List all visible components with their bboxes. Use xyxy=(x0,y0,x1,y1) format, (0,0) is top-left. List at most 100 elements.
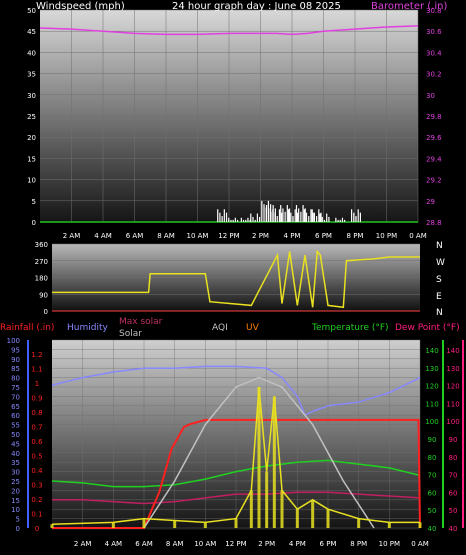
humidity-y-tick: 70 xyxy=(11,393,20,401)
direction-y-tick: 180 xyxy=(35,275,48,283)
solar-spike xyxy=(272,396,276,528)
wind-gust-bar xyxy=(228,217,230,222)
wind-gust-bar xyxy=(353,212,355,222)
dew-y-tick: 140 xyxy=(446,347,459,355)
wind-x-tick: 10 PM xyxy=(376,232,397,240)
humidity-y-tick: 50 xyxy=(11,431,20,439)
wind-y-tick: 35 xyxy=(27,71,36,79)
wind-gust-bar xyxy=(278,209,281,222)
multi-x-tick: 10 AM xyxy=(194,540,216,548)
wind-gust-bar xyxy=(280,205,282,222)
temp-y-tick: 50 xyxy=(428,507,437,515)
dew-y-tick: 70 xyxy=(449,472,458,480)
barometer-y-tick: 28.8 xyxy=(426,219,442,227)
rain-y-tick: 0.6 xyxy=(31,438,43,446)
solar-spike xyxy=(111,522,115,528)
dew-y-tick: 50 xyxy=(449,507,458,515)
compass-w: W xyxy=(436,258,445,268)
humidity-y-tick: 95 xyxy=(11,346,20,354)
wind-gust-bar xyxy=(300,211,302,222)
wind-x-tick: 2 AM xyxy=(63,232,81,240)
wind-gust-bar xyxy=(298,208,300,222)
dew-y-tick: 100 xyxy=(446,418,459,426)
wind-gust-bar xyxy=(337,219,339,222)
multi-x-tick: 10 PM xyxy=(379,540,400,548)
wind-x-tick: 4 PM xyxy=(284,232,301,240)
barometer-y-tick: 30.6 xyxy=(426,28,442,36)
humidity-y-tick: 55 xyxy=(11,422,20,430)
rain-y-tick: 0.4 xyxy=(31,467,43,475)
solar-spike xyxy=(234,518,238,528)
rain-y-tick: 0.3 xyxy=(31,482,42,490)
solar-spike xyxy=(265,471,269,528)
humidity-y-tick: 65 xyxy=(11,403,20,411)
wind-y-tick: 0 xyxy=(32,219,36,227)
wind-x-tick: 8 PM xyxy=(347,232,364,240)
rainfall-label: Rainfall (.in) xyxy=(0,323,54,333)
wind-gust-bar xyxy=(254,219,256,222)
solar-spike xyxy=(387,522,391,528)
humidity-y-tick: 45 xyxy=(11,440,20,448)
direction-y-tick: 360 xyxy=(35,241,48,249)
wind-gust-bar xyxy=(305,212,308,222)
multi-x-tick: 4 PM xyxy=(289,540,306,548)
solar-spike xyxy=(257,387,261,528)
wind-gust-bar xyxy=(217,209,219,222)
dew-y-tick: 110 xyxy=(446,400,459,408)
humidity-y-tick: 75 xyxy=(11,384,20,392)
barometer-y-tick: 30.4 xyxy=(426,49,442,57)
wind-gust-bar xyxy=(344,219,346,222)
wind-gust-bar xyxy=(355,216,357,222)
wind-gust-bar xyxy=(270,211,272,222)
humidity-y-tick: 40 xyxy=(11,450,20,458)
barometer-y-tick: 30.2 xyxy=(426,71,442,79)
dewpoint-label: Dew Point (°F) xyxy=(395,323,460,333)
wind-gust-bar xyxy=(265,205,268,222)
wind-gust-bar xyxy=(310,209,312,222)
temp-y-tick: 80 xyxy=(428,454,437,462)
solar-spike xyxy=(357,518,361,528)
wind-gust-bar xyxy=(234,217,236,222)
direction-y-tick: 90 xyxy=(39,291,48,299)
wind-x-tick: 8 AM xyxy=(157,232,175,240)
compass-e: E xyxy=(436,292,442,302)
wind-y-tick: 15 xyxy=(27,155,36,163)
wind-gust-bar xyxy=(261,200,263,222)
humidity-y-tick: 60 xyxy=(11,412,20,420)
wind-gust-bar xyxy=(263,204,265,222)
barometer-y-tick: 29.6 xyxy=(426,134,442,142)
wind-y-tick: 45 xyxy=(27,28,36,36)
barometer-title: Barometer (.in) xyxy=(371,1,447,12)
wind-gust-bar xyxy=(318,209,320,222)
rain-y-tick: 0.5 xyxy=(31,453,42,461)
temp-y-tick: 60 xyxy=(428,489,437,497)
wind-y-tick: 5 xyxy=(32,198,36,206)
temp-y-tick: 110 xyxy=(425,400,438,408)
humidity-y-tick: 85 xyxy=(11,365,20,373)
wind-gust-bar xyxy=(303,209,305,222)
wind-gust-bar xyxy=(351,209,353,222)
solar-spike xyxy=(50,524,54,528)
wind-x-tick: 6 PM xyxy=(315,232,332,240)
rain-y-tick: 0.1 xyxy=(31,511,42,519)
temp-y-tick: 130 xyxy=(425,365,438,373)
wind-gust-bar xyxy=(357,209,359,222)
wind-gust-bar xyxy=(295,205,298,222)
direction-y-tick: 0 xyxy=(44,308,48,316)
dew-y-tick: 120 xyxy=(446,383,459,391)
dew-y-tick: 40 xyxy=(449,525,458,533)
rain-y-tick: 0 xyxy=(35,525,39,533)
wind-gust-bar xyxy=(308,216,310,222)
wind-gust-bar xyxy=(247,217,249,222)
solar-spike xyxy=(173,520,177,528)
wind-gust-bar xyxy=(339,219,341,222)
humidity-label: Humidity xyxy=(67,323,108,333)
wind-gust-bar xyxy=(252,216,254,222)
wind-gust-bar xyxy=(323,219,326,222)
wind-gust-bar xyxy=(225,212,228,222)
temp-y-tick: 40 xyxy=(428,525,437,533)
wind-speed-title: Windspeed (mph) xyxy=(36,1,125,12)
wind-gust-bar xyxy=(319,213,321,222)
barometer-y-tick: 29.4 xyxy=(426,155,442,163)
multi-x-tick: 2 PM xyxy=(258,540,275,548)
